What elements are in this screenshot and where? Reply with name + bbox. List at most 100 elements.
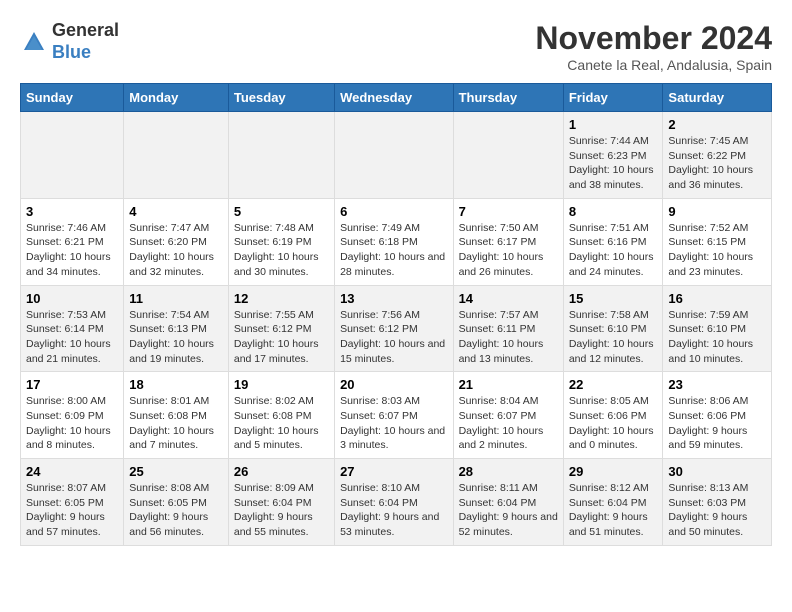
logo-blue: Blue	[52, 42, 91, 62]
calendar-cell: 9Sunrise: 7:52 AMSunset: 6:15 PMDaylight…	[663, 198, 772, 285]
day-info: Sunrise: 7:55 AMSunset: 6:12 PMDaylight:…	[234, 308, 329, 367]
calendar-cell: 1 Sunrise: 7:44 AMSunset: 6:23 PMDaylight…	[563, 112, 663, 199]
day-number: 1	[569, 117, 658, 132]
day-info: Sunrise: 8:06 AMSunset: 6:06 PMDaylight:…	[668, 394, 766, 453]
calendar-cell	[21, 112, 124, 199]
day-info: Sunrise: 8:03 AMSunset: 6:07 PMDaylight:…	[340, 394, 447, 453]
calendar-cell: 8 Sunrise: 7:51 AMSunset: 6:16 PMDaylight…	[563, 198, 663, 285]
calendar-cell: 4 Sunrise: 7:47 AMSunset: 6:20 PMDaylight…	[124, 198, 229, 285]
day-number: 16	[668, 291, 766, 306]
title-area: November 2024 Canete la Real, Andalusia,…	[535, 20, 772, 73]
calendar-cell: 14 Sunrise: 7:57 AMSunset: 6:11 PMDayligh…	[453, 285, 563, 372]
calendar-cell: 21 Sunrise: 8:04 AMSunset: 6:07 PMDayligh…	[453, 372, 563, 459]
calendar-cell: 28 Sunrise: 8:11 AMSunset: 6:04 PMDayligh…	[453, 459, 563, 546]
day-number: 4	[129, 204, 223, 219]
calendar-cell: 5Sunrise: 7:48 AMSunset: 6:19 PMDaylight…	[228, 198, 334, 285]
day-info: Sunrise: 8:11 AMSunset: 6:04 PMDaylight:…	[459, 481, 558, 540]
day-number: 10	[26, 291, 118, 306]
header-monday: Monday	[124, 84, 229, 112]
day-number: 8	[569, 204, 658, 219]
month-title: November 2024	[535, 20, 772, 57]
day-number: 3	[26, 204, 118, 219]
calendar-cell	[228, 112, 334, 199]
day-number: 26	[234, 464, 329, 479]
calendar-cell: 18Sunrise: 8:01 AMSunset: 6:08 PMDayligh…	[124, 372, 229, 459]
calendar-cell: 22 Sunrise: 8:05 AMSunset: 6:06 PMDayligh…	[563, 372, 663, 459]
header-wednesday: Wednesday	[335, 84, 453, 112]
day-info: Sunrise: 7:47 AMSunset: 6:20 PMDaylight:…	[129, 221, 223, 280]
calendar-cell: 16Sunrise: 7:59 AMSunset: 6:10 PMDayligh…	[663, 285, 772, 372]
header-friday: Friday	[563, 84, 663, 112]
day-info: Sunrise: 8:10 AMSunset: 6:04 PMDaylight:…	[340, 481, 447, 540]
day-number: 5	[234, 204, 329, 219]
day-info: Sunrise: 7:44 AMSunset: 6:23 PMDaylight:…	[569, 134, 658, 193]
day-number: 14	[459, 291, 558, 306]
calendar-cell: 11Sunrise: 7:54 AMSunset: 6:13 PMDayligh…	[124, 285, 229, 372]
day-number: 27	[340, 464, 447, 479]
calendar-cell: 27 Sunrise: 8:10 AMSunset: 6:04 PMDayligh…	[335, 459, 453, 546]
day-info: Sunrise: 7:51 AMSunset: 6:16 PMDaylight:…	[569, 221, 658, 280]
header-saturday: Saturday	[663, 84, 772, 112]
calendar-table: SundayMondayTuesdayWednesdayThursdayFrid…	[20, 83, 772, 546]
calendar-cell: 13 Sunrise: 7:56 AMSunset: 6:12 PMDayligh…	[335, 285, 453, 372]
day-number: 13	[340, 291, 447, 306]
calendar-cell: 12Sunrise: 7:55 AMSunset: 6:12 PMDayligh…	[228, 285, 334, 372]
day-number: 11	[129, 291, 223, 306]
day-info: Sunrise: 8:12 AMSunset: 6:04 PMDaylight:…	[569, 481, 658, 540]
calendar-cell: 23 Sunrise: 8:06 AMSunset: 6:06 PMDayligh…	[663, 372, 772, 459]
day-number: 2	[668, 117, 766, 132]
day-number: 24	[26, 464, 118, 479]
day-info: Sunrise: 8:08 AMSunset: 6:05 PMDaylight:…	[129, 481, 223, 540]
day-info: Sunrise: 8:07 AMSunset: 6:05 PMDaylight:…	[26, 481, 118, 540]
header-tuesday: Tuesday	[228, 84, 334, 112]
calendar-cell: 24 Sunrise: 8:07 AMSunset: 6:05 PMDayligh…	[21, 459, 124, 546]
calendar-cell: 10Sunrise: 7:53 AMSunset: 6:14 PMDayligh…	[21, 285, 124, 372]
logo-icon	[20, 28, 48, 56]
header-thursday: Thursday	[453, 84, 563, 112]
calendar-cell: 6 Sunrise: 7:49 AMSunset: 6:18 PMDaylight…	[335, 198, 453, 285]
week-row-1: 1 Sunrise: 7:44 AMSunset: 6:23 PMDaylight…	[21, 112, 772, 199]
calendar-cell: 15 Sunrise: 7:58 AMSunset: 6:10 PMDayligh…	[563, 285, 663, 372]
calendar-cell: 30 Sunrise: 8:13 AMSunset: 6:03 PMDayligh…	[663, 459, 772, 546]
calendar-cell: 29 Sunrise: 8:12 AMSunset: 6:04 PMDayligh…	[563, 459, 663, 546]
day-number: 15	[569, 291, 658, 306]
day-info: Sunrise: 8:01 AMSunset: 6:08 PMDaylight:…	[129, 394, 223, 453]
logo-general: General	[52, 20, 119, 40]
day-info: Sunrise: 7:45 AMSunset: 6:22 PMDaylight:…	[668, 134, 766, 193]
day-number: 17	[26, 377, 118, 392]
calendar-cell	[335, 112, 453, 199]
calendar-cell: 19 Sunrise: 8:02 AMSunset: 6:08 PMDayligh…	[228, 372, 334, 459]
day-number: 28	[459, 464, 558, 479]
calendar-cell	[453, 112, 563, 199]
day-info: Sunrise: 8:05 AMSunset: 6:06 PMDaylight:…	[569, 394, 658, 453]
day-number: 22	[569, 377, 658, 392]
day-number: 6	[340, 204, 447, 219]
day-info: Sunrise: 7:50 AMSunset: 6:17 PMDaylight:…	[459, 221, 558, 280]
day-number: 19	[234, 377, 329, 392]
logo-text: General Blue	[52, 20, 119, 63]
day-info: Sunrise: 7:57 AMSunset: 6:11 PMDaylight:…	[459, 308, 558, 367]
day-info: Sunrise: 7:49 AMSunset: 6:18 PMDaylight:…	[340, 221, 447, 280]
day-info: Sunrise: 8:04 AMSunset: 6:07 PMDaylight:…	[459, 394, 558, 453]
day-number: 25	[129, 464, 223, 479]
calendar-cell: 2 Sunrise: 7:45 AMSunset: 6:22 PMDaylight…	[663, 112, 772, 199]
day-info: Sunrise: 8:13 AMSunset: 6:03 PMDaylight:…	[668, 481, 766, 540]
day-number: 7	[459, 204, 558, 219]
week-row-4: 17 Sunrise: 8:00 AMSunset: 6:09 PMDayligh…	[21, 372, 772, 459]
calendar-header-row: SundayMondayTuesdayWednesdayThursdayFrid…	[21, 84, 772, 112]
day-info: Sunrise: 8:02 AMSunset: 6:08 PMDaylight:…	[234, 394, 329, 453]
day-number: 23	[668, 377, 766, 392]
day-number: 29	[569, 464, 658, 479]
day-number: 9	[668, 204, 766, 219]
day-info: Sunrise: 8:00 AMSunset: 6:09 PMDaylight:…	[26, 394, 118, 453]
calendar-cell	[124, 112, 229, 199]
day-number: 30	[668, 464, 766, 479]
location: Canete la Real, Andalusia, Spain	[535, 57, 772, 73]
day-info: Sunrise: 7:56 AMSunset: 6:12 PMDaylight:…	[340, 308, 447, 367]
day-number: 21	[459, 377, 558, 392]
day-info: Sunrise: 7:58 AMSunset: 6:10 PMDaylight:…	[569, 308, 658, 367]
calendar-cell: 26Sunrise: 8:09 AMSunset: 6:04 PMDayligh…	[228, 459, 334, 546]
day-info: Sunrise: 7:46 AMSunset: 6:21 PMDaylight:…	[26, 221, 118, 280]
calendar-cell: 17 Sunrise: 8:00 AMSunset: 6:09 PMDayligh…	[21, 372, 124, 459]
calendar-cell: 20Sunrise: 8:03 AMSunset: 6:07 PMDayligh…	[335, 372, 453, 459]
